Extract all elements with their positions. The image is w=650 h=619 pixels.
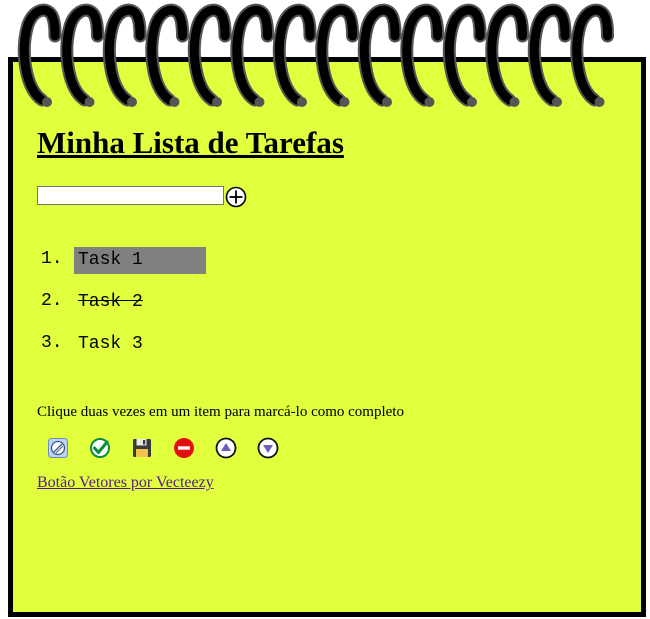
page-title: Minha Lista de Tarefas (37, 125, 344, 160)
minus-circle-icon (174, 438, 194, 458)
binding-hole (297, 97, 307, 107)
task-number: 1. (41, 249, 63, 269)
binding-hole (84, 97, 95, 107)
binding-hole (594, 97, 605, 107)
binding-hole (212, 97, 222, 107)
binding-hole (467, 97, 477, 107)
binding-hole (254, 97, 265, 107)
task-number: 2. (41, 291, 63, 311)
task-text[interactable]: Task 3 (74, 331, 147, 358)
task-text[interactable]: Task 2 (74, 289, 147, 316)
binding-hole (509, 97, 520, 107)
remove-button[interactable] (173, 437, 195, 459)
binding-hole (424, 97, 435, 107)
move-up-button[interactable] (215, 437, 237, 459)
checkmark-icon (90, 438, 110, 458)
add-task-button[interactable] (225, 186, 247, 208)
task-text[interactable]: Task 1 (74, 247, 206, 274)
clear-button[interactable] (47, 437, 69, 459)
arrow-down-icon (257, 437, 279, 459)
save-button[interactable] (131, 437, 153, 459)
binding-hole (339, 97, 350, 107)
binding-hole (382, 97, 392, 107)
task-input[interactable] (37, 186, 224, 205)
binding-hole (127, 97, 137, 107)
floppy-disk-icon (133, 439, 151, 457)
binding-hole (552, 97, 562, 107)
spiral-binding (17, 3, 614, 107)
task-number: 3. (41, 333, 63, 353)
instruction-text: Clique duas vezes em um item para marcá-… (37, 404, 404, 420)
vecteezy-credit-link[interactable]: Botão Vetores por Vecteezy (37, 474, 214, 492)
plus-circle-icon (225, 186, 247, 208)
complete-button[interactable] (89, 437, 111, 459)
binding-hole (169, 97, 180, 107)
binding-hole (42, 97, 52, 107)
clear-icon (48, 438, 68, 458)
arrow-up-icon (215, 437, 237, 459)
move-down-button[interactable] (257, 437, 279, 459)
